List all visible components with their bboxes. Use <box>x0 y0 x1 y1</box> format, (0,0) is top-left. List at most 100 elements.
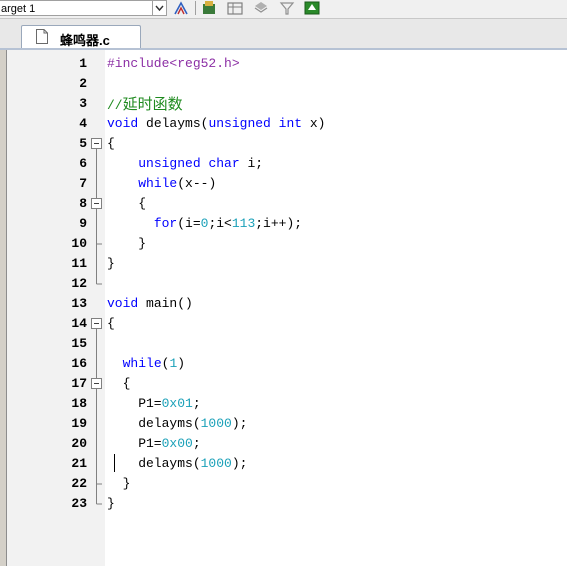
number-literal: 1000 <box>200 416 232 431</box>
tab-label: 蜂鸣器.c <box>60 33 110 48</box>
toolbar-separator <box>195 1 196 15</box>
select-packs-icon[interactable] <box>278 0 296 16</box>
line-number: 18 <box>71 396 87 411</box>
fold-line <box>96 214 102 254</box>
keyword: for <box>153 216 178 231</box>
keyword: while <box>122 356 162 371</box>
fold-collapse-icon[interactable] <box>90 134 104 154</box>
code-text: P1= <box>107 396 162 411</box>
line-number: 21 <box>71 456 87 471</box>
line-number: 13 <box>71 296 87 311</box>
code-line-16[interactable]: while(1) <box>107 354 185 374</box>
code-line-13[interactable]: void main() <box>107 294 193 314</box>
fold-collapse-icon[interactable] <box>90 314 104 334</box>
line-number: 19 <box>71 416 87 431</box>
code-line-10[interactable]: } <box>107 234 146 254</box>
code-line-4[interactable]: void delayms(unsigned int x) <box>107 114 325 134</box>
number-literal: 1000 <box>200 456 232 471</box>
fold-line <box>96 394 102 505</box>
text-caret <box>114 454 115 472</box>
line-number: 8 <box>79 196 87 211</box>
line-number: 22 <box>71 476 87 491</box>
code-text: delayms( <box>138 116 209 131</box>
manage-components-icon[interactable] <box>200 0 218 16</box>
fold-end-line <box>96 254 102 285</box>
tab-file[interactable]: 蜂鸣器.c <box>21 25 141 48</box>
line-number: 16 <box>71 356 87 371</box>
code-text: (x--) <box>177 176 217 191</box>
file-extensions-icon[interactable] <box>226 0 244 16</box>
code-line-22[interactable]: } <box>107 474 131 494</box>
keyword: while <box>138 176 178 191</box>
file-icon <box>36 29 48 44</box>
code-text: ) <box>177 356 186 371</box>
code-line-8[interactable]: { <box>107 194 146 214</box>
code-text: ;i++); <box>255 216 303 231</box>
options-for-target-icon[interactable] <box>172 0 190 16</box>
code-text: i; <box>239 156 264 171</box>
line-number: 9 <box>79 216 87 231</box>
number-literal: 113 <box>231 216 256 231</box>
code-line-3[interactable]: //延时函数 <box>107 94 183 114</box>
code-line-18[interactable]: P1=0x01; <box>107 394 201 414</box>
code-text: P1= <box>107 436 162 451</box>
line-number: 10 <box>71 236 87 251</box>
line-number: 7 <box>79 176 87 191</box>
code-line-20[interactable]: P1=0x00; <box>107 434 201 454</box>
dropdown-arrow-icon[interactable] <box>152 0 167 16</box>
code-line-14[interactable]: { <box>107 314 115 334</box>
number-literal: 0x01 <box>161 396 193 411</box>
keyword: void <box>107 296 139 311</box>
code-line-9[interactable]: for(i=0;i<113;i++); <box>107 214 302 234</box>
keyword: void <box>107 116 139 131</box>
tab-strip: 蜂鸣器.c <box>0 19 567 48</box>
line-number: 1 <box>79 56 87 71</box>
comment-text: 延时函数 <box>122 95 183 113</box>
code-text: delayms( <box>107 456 201 471</box>
fold-collapse-icon[interactable] <box>90 374 104 394</box>
line-number: 12 <box>71 276 87 291</box>
code-line-11[interactable]: } <box>107 254 115 274</box>
line-number: 14 <box>71 316 87 331</box>
fold-line <box>96 334 97 374</box>
pack-installer-icon[interactable] <box>252 0 270 16</box>
code-line-17[interactable]: { <box>107 374 131 394</box>
line-number: 11 <box>71 256 87 271</box>
code-editor[interactable]: 1 2 3 4 5 6 7 8 9 10 11 12 13 14 15 16 1… <box>6 50 567 566</box>
toolbar: arget 1 <box>0 0 567 19</box>
line-number: 17 <box>71 376 87 391</box>
keyword: int <box>278 116 303 131</box>
line-number: 23 <box>71 496 87 511</box>
fold-collapse-icon[interactable] <box>90 194 104 214</box>
line-number: 15 <box>71 336 87 351</box>
code-text: x) <box>302 116 326 131</box>
code-text: main() <box>138 296 193 311</box>
code-text: ; <box>192 436 201 451</box>
code-line-5[interactable]: { <box>107 134 115 154</box>
line-number: 3 <box>79 96 87 111</box>
line-number: 6 <box>79 156 87 171</box>
target-select[interactable]: arget 1 <box>0 0 158 16</box>
code-line-1[interactable]: #include<reg52.h> <box>107 54 240 74</box>
code-line-19[interactable]: delayms(1000); <box>107 414 247 434</box>
code-line-7[interactable]: while(x--) <box>107 174 216 194</box>
code-text: ; <box>192 396 201 411</box>
code-text: (i= <box>177 216 201 231</box>
code-text: ); <box>231 416 248 431</box>
code-text: ); <box>231 456 248 471</box>
code-text: ;i< <box>208 216 232 231</box>
keyword: unsigned <box>138 156 201 171</box>
manage-rte-icon[interactable] <box>303 0 321 16</box>
comment-slashes: // <box>107 98 123 113</box>
line-number: 5 <box>79 136 87 151</box>
code-line-6[interactable]: unsigned char i; <box>107 154 263 174</box>
code-line-23[interactable]: } <box>107 494 115 514</box>
line-number: 4 <box>79 116 87 131</box>
code-line-21[interactable]: delayms(1000); <box>107 454 247 474</box>
line-number: 20 <box>71 436 87 451</box>
